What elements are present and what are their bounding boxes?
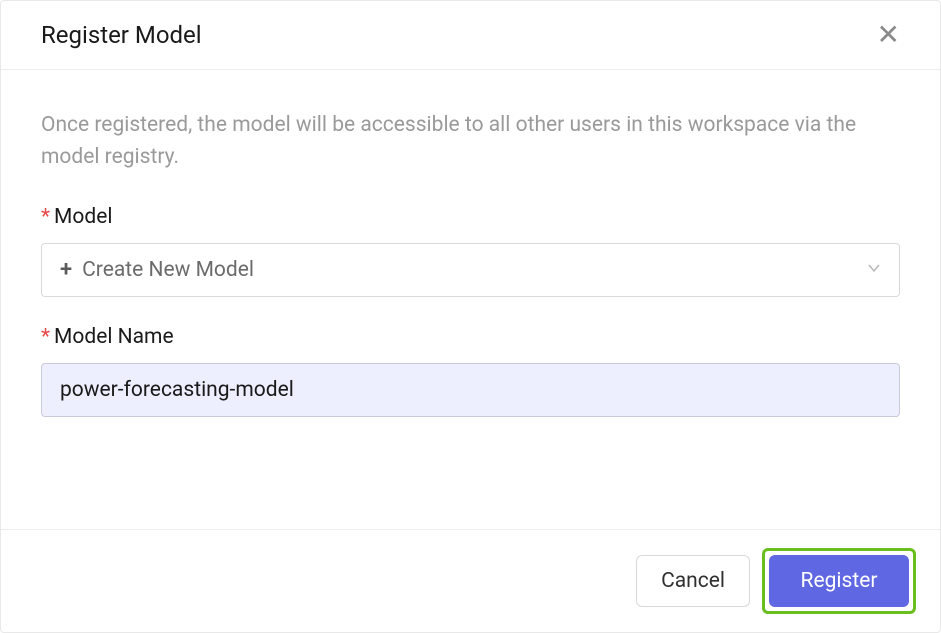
- model-select-wrapper: + Create New Model: [41, 243, 900, 297]
- dialog-description: Once registered, the model will be acces…: [41, 110, 900, 173]
- model-label-text: Model: [54, 205, 112, 229]
- dialog-title: Register Model: [41, 21, 202, 49]
- model-field-label: *Model: [41, 205, 900, 229]
- model-select-value: Create New Model: [82, 258, 254, 282]
- dialog-header: Register Model ✕: [1, 1, 940, 70]
- model-select[interactable]: + Create New Model: [41, 243, 900, 297]
- plus-icon: +: [60, 259, 72, 281]
- model-name-field: *Model Name: [41, 325, 900, 417]
- model-name-label-text: Model Name: [54, 325, 174, 349]
- close-icon[interactable]: ✕: [877, 21, 900, 49]
- model-name-input[interactable]: [41, 363, 900, 417]
- register-model-dialog: Register Model ✕ Once registered, the mo…: [0, 0, 941, 633]
- register-button-highlight: Register: [762, 548, 916, 614]
- model-name-field-label: *Model Name: [41, 325, 900, 349]
- register-button[interactable]: Register: [769, 555, 909, 607]
- cancel-button[interactable]: Cancel: [636, 555, 750, 607]
- model-field: *Model + Create New Model: [41, 205, 900, 297]
- dialog-body: Once registered, the model will be acces…: [1, 70, 940, 529]
- required-asterisk: *: [41, 205, 50, 229]
- required-asterisk: *: [41, 325, 50, 349]
- dialog-footer: Cancel Register: [1, 529, 940, 632]
